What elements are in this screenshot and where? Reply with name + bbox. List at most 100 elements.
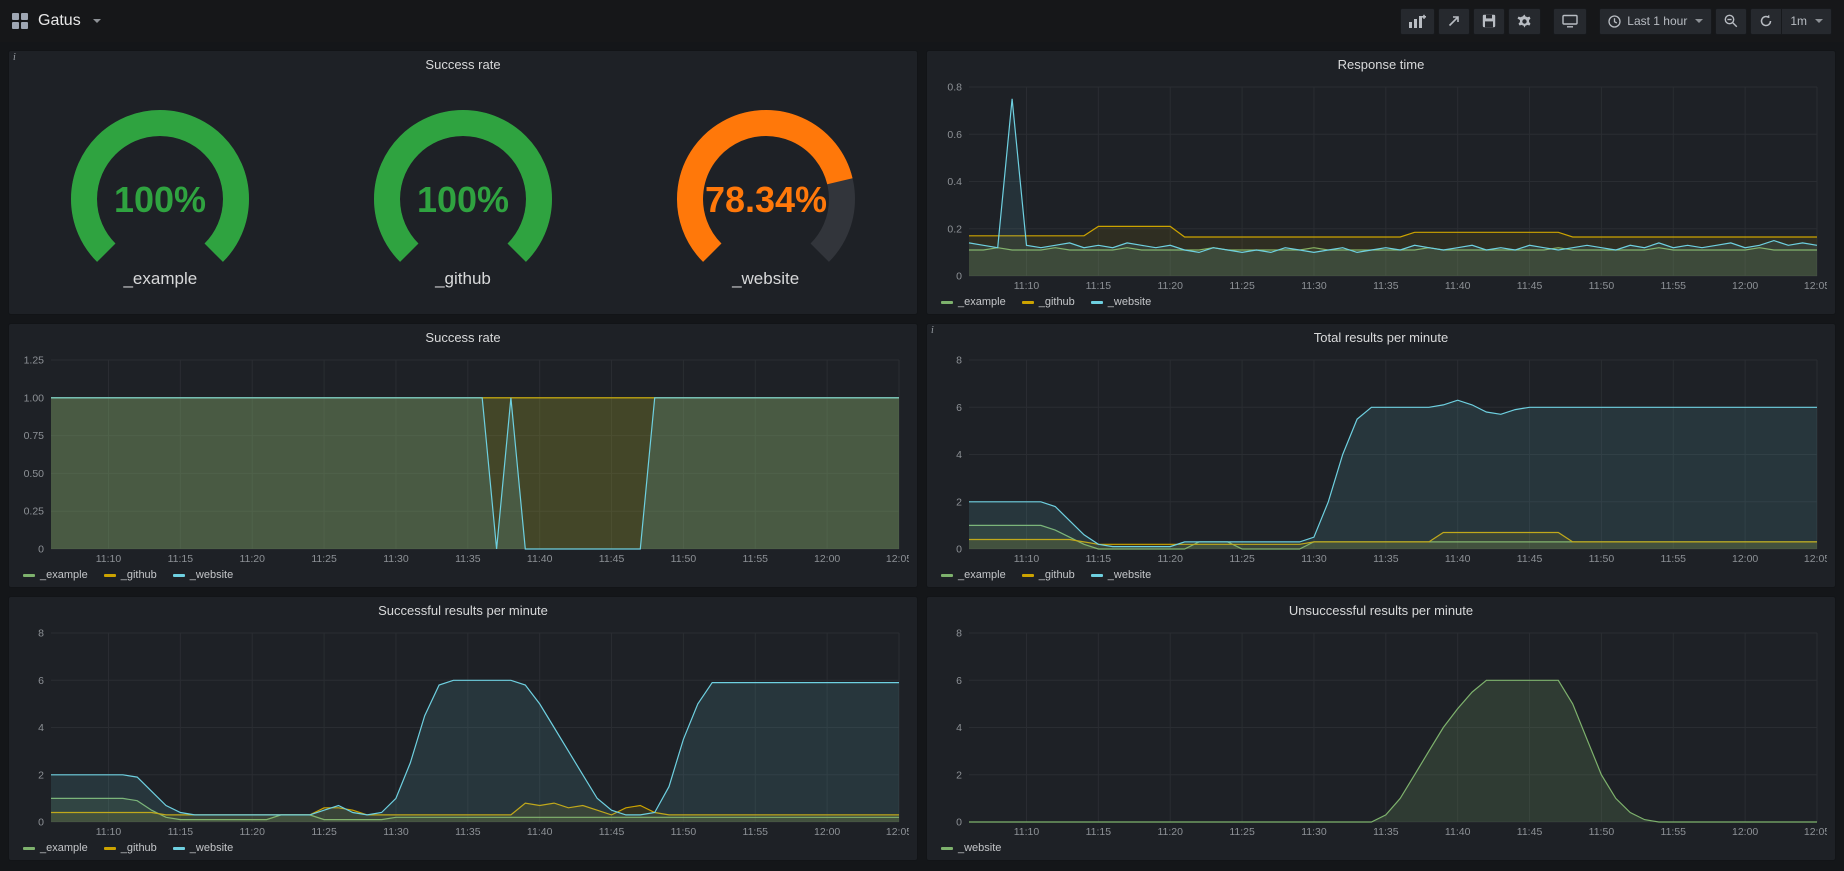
svg-text:12:05: 12:05 [1804, 826, 1827, 838]
chevron-down-icon[interactable] [93, 19, 101, 23]
svg-text:6: 6 [956, 675, 962, 687]
dashboard: Success rate 100% _example 100% _github 78.3… [0, 42, 1844, 869]
legend-label: _github [1039, 569, 1075, 581]
legend-item-_website[interactable]: _website [173, 569, 233, 581]
unsuccessful-results-chart[interactable]: 11:1011:1511:2011:2511:3011:3511:4011:45… [931, 623, 1827, 840]
panel-unsuccessful-results: Unsuccessful results per minute 11:1011:… [926, 596, 1836, 861]
svg-text:0: 0 [956, 544, 962, 556]
svg-text:11:55: 11:55 [1661, 280, 1687, 292]
svg-text:12:00: 12:00 [1732, 280, 1758, 292]
svg-text:6: 6 [38, 675, 44, 687]
svg-text:11:45: 11:45 [1517, 280, 1543, 292]
svg-text:11:30: 11:30 [1301, 280, 1327, 292]
svg-text:11:40: 11:40 [1445, 826, 1471, 838]
legend-item-_example[interactable]: _example [941, 296, 1006, 308]
svg-text:11:10: 11:10 [96, 553, 122, 565]
chart-canvas: 11:1011:1511:2011:2511:3011:3511:4011:45… [931, 623, 1827, 840]
svg-text:11:55: 11:55 [743, 826, 769, 838]
legend-swatch [941, 301, 953, 304]
legend-item-_example[interactable]: _example [941, 569, 1006, 581]
gauge-_website: 78.34%_website [641, 97, 891, 289]
legend-item-_example[interactable]: _example [23, 569, 88, 581]
svg-text:12:05: 12:05 [886, 553, 909, 565]
chart-legend: _example _github _website [9, 567, 917, 587]
legend-swatch [1022, 301, 1034, 304]
panel-title[interactable]: Success rate [9, 51, 917, 75]
legend-swatch [23, 847, 35, 850]
refresh-button[interactable] [1750, 8, 1781, 35]
total-results-chart[interactable]: 11:1011:1511:2011:2511:3011:3511:4011:45… [931, 350, 1827, 567]
legend-swatch [1091, 574, 1103, 577]
svg-text:0.25: 0.25 [24, 506, 45, 518]
svg-text:11:35: 11:35 [455, 826, 481, 838]
panel-title[interactable]: Unsuccessful results per minute [927, 597, 1835, 621]
svg-text:12:05: 12:05 [1804, 553, 1827, 565]
svg-text:12:00: 12:00 [1732, 553, 1758, 565]
chart-canvas: 11:1011:1511:2011:2511:3011:3511:4011:45… [13, 350, 909, 567]
svg-text:11:15: 11:15 [1086, 553, 1112, 565]
gauge-arc: 78.34% [641, 97, 891, 279]
chart-legend: _example _github _website [9, 840, 917, 860]
tv-mode-icon [1562, 14, 1578, 28]
time-range-picker[interactable]: Last 1 hour [1599, 8, 1712, 35]
legend-item-_website[interactable]: _website [1091, 296, 1151, 308]
successful-results-chart[interactable]: 11:1011:1511:2011:2511:3011:3511:4011:45… [13, 623, 909, 840]
save-button[interactable] [1473, 8, 1505, 35]
svg-text:11:20: 11:20 [1157, 280, 1183, 292]
settings-button[interactable] [1508, 8, 1541, 35]
view-mode-group [1553, 8, 1587, 35]
legend-item-_github[interactable]: _github [104, 569, 157, 581]
refresh-interval-dropdown[interactable]: 1m [1781, 8, 1832, 35]
svg-text:11:35: 11:35 [1373, 553, 1399, 565]
dashboard-title[interactable]: Gatus [38, 12, 81, 30]
panel-title[interactable]: Response time [927, 51, 1835, 75]
svg-text:11:15: 11:15 [168, 826, 194, 838]
legend-item-_github[interactable]: _github [104, 842, 157, 854]
add-panel-button[interactable] [1400, 8, 1435, 35]
share-button[interactable] [1438, 8, 1470, 35]
legend-label: _website [1108, 569, 1151, 581]
legend-item-_website[interactable]: _website [1091, 569, 1151, 581]
panel-title[interactable]: Total results per minute [927, 324, 1835, 348]
svg-text:11:25: 11:25 [1229, 826, 1255, 838]
legend-swatch [1091, 301, 1103, 304]
panel-info-icon[interactable] [931, 325, 934, 336]
gauge-label: _example [123, 269, 197, 289]
clock-icon [1608, 15, 1621, 28]
success-rate-chart[interactable]: 11:1011:1511:2011:2511:3011:3511:4011:45… [13, 350, 909, 567]
gauge-value: 100% [114, 179, 206, 220]
svg-text:11:10: 11:10 [1014, 280, 1040, 292]
legend-item-_website[interactable]: _website [941, 842, 1001, 854]
legend-label: _website [190, 569, 233, 581]
gauge-_example: 100% _example [35, 97, 285, 289]
svg-text:6: 6 [956, 402, 962, 414]
legend-item-_github[interactable]: _github [1022, 569, 1075, 581]
legend-swatch [23, 574, 35, 577]
legend-label: _website [958, 842, 1001, 854]
tv-mode-button[interactable] [1553, 8, 1587, 35]
legend-swatch [173, 847, 185, 850]
panel-info-icon[interactable] [13, 52, 16, 63]
response-time-chart[interactable]: 11:1011:1511:2011:2511:3011:3511:4011:45… [931, 77, 1827, 294]
gauge-arc: 100% [338, 97, 588, 279]
svg-text:12:00: 12:00 [814, 553, 840, 565]
dashboard-grid-icon[interactable] [12, 13, 28, 29]
svg-text:11:20: 11:20 [239, 553, 265, 565]
svg-text:11:30: 11:30 [383, 553, 409, 565]
svg-text:11:15: 11:15 [168, 553, 194, 565]
legend-item-_example[interactable]: _example [23, 842, 88, 854]
refresh-control: 1m [1750, 8, 1832, 35]
legend-item-_website[interactable]: _website [173, 842, 233, 854]
legend-item-_github[interactable]: _github [1022, 296, 1075, 308]
panel-title[interactable]: Successful results per minute [9, 597, 917, 621]
svg-text:11:30: 11:30 [1301, 553, 1327, 565]
zoom-out-button[interactable] [1715, 8, 1747, 35]
svg-text:0: 0 [38, 544, 44, 556]
gauges-container: 100%_example100%_github78.34%_website [9, 75, 917, 314]
legend-swatch [941, 847, 953, 850]
panel-title[interactable]: Success rate [9, 324, 917, 348]
chevron-down-icon [1695, 19, 1703, 23]
svg-text:2: 2 [956, 769, 962, 781]
svg-text:12:05: 12:05 [886, 826, 909, 838]
svg-text:11:10: 11:10 [1014, 826, 1040, 838]
